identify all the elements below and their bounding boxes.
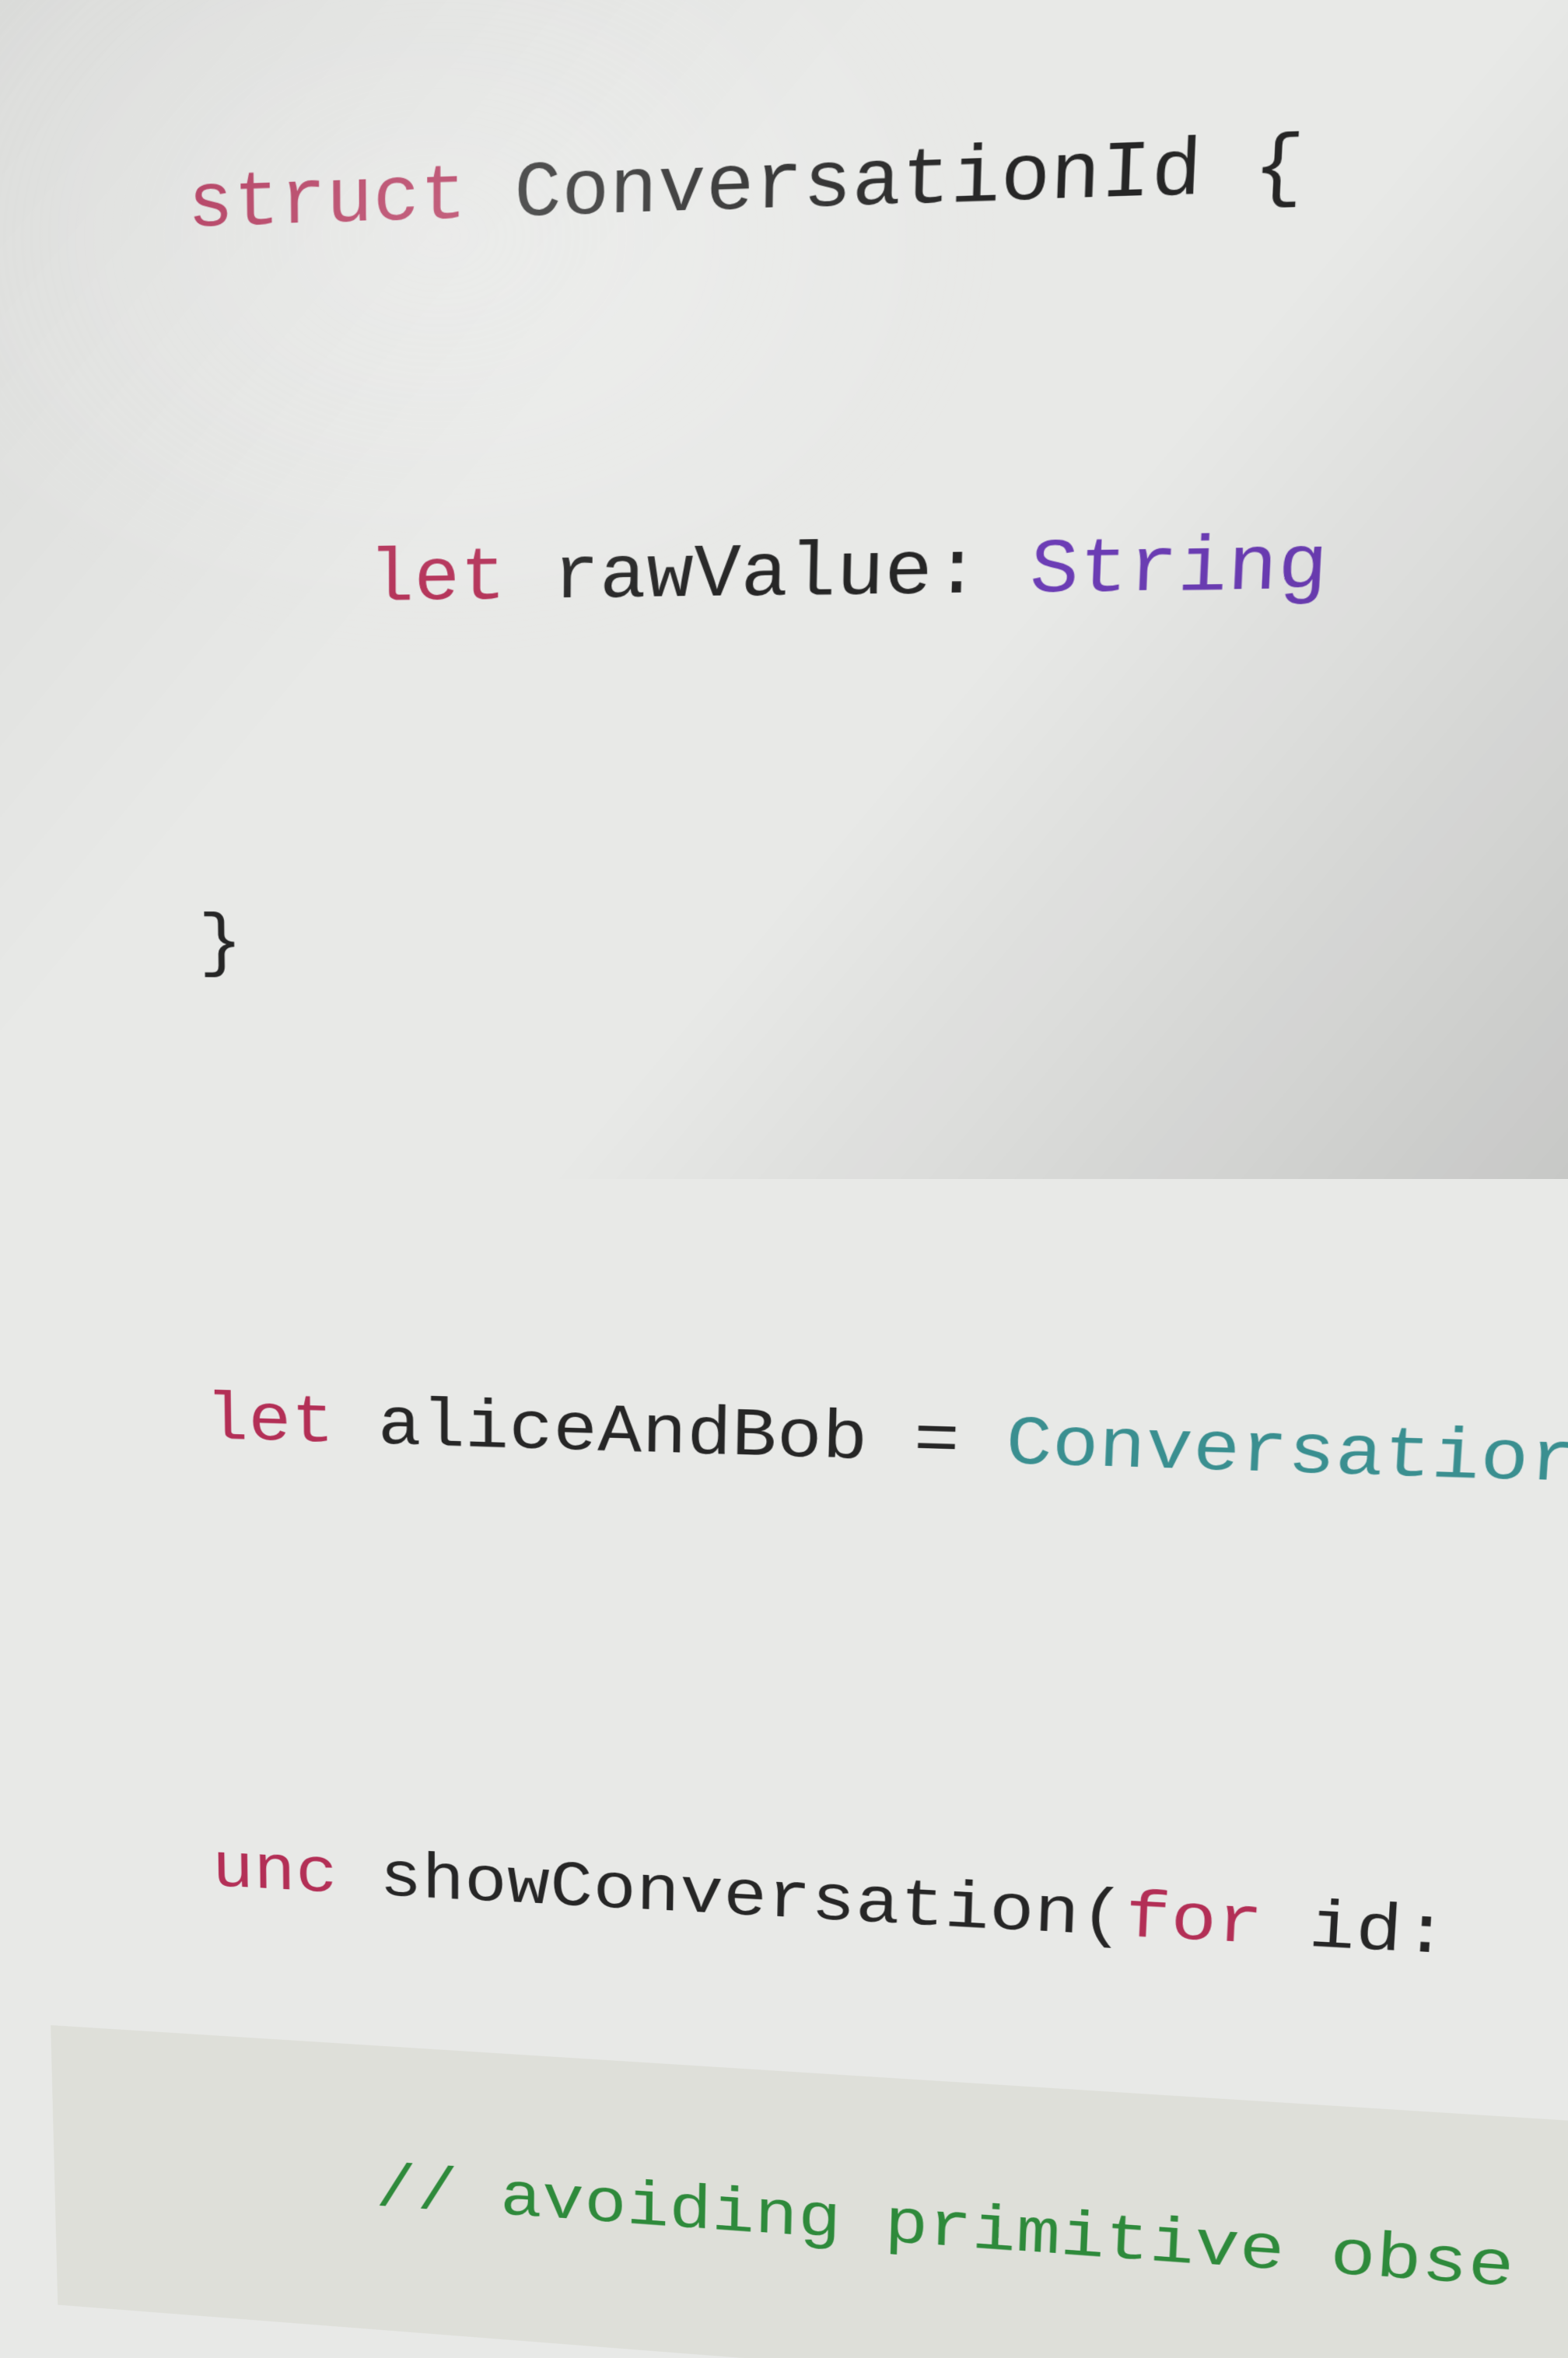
- equals: =: [912, 1402, 1007, 1483]
- keyword-func-partial: unc: [212, 1833, 380, 1914]
- paren-open: (: [1078, 1878, 1127, 1955]
- type-string: String: [1029, 523, 1331, 615]
- parameter-name: id: [1307, 1890, 1405, 1970]
- keyword-let: let: [368, 535, 553, 622]
- code-line[interactable]: let rawValue: String: [12, 376, 1568, 753]
- keyword-let: let: [205, 1382, 378, 1463]
- variable-name: aliceAndBob: [378, 1387, 915, 1480]
- brace-open: {: [1251, 121, 1307, 215]
- brace-close: }: [198, 904, 243, 984]
- comment: // avoiding primitive obse: [376, 2153, 1517, 2304]
- colon: :: [1400, 1895, 1499, 1976]
- type-name: ConversationId: [514, 124, 1255, 239]
- code-line[interactable]: struct ConversationId {: [2, 0, 1568, 387]
- code-editor[interactable]: struct ConversationId { let rawValue: St…: [0, 0, 1568, 1195]
- property-name: rawValue: [553, 530, 934, 621]
- argument-label-for: for: [1124, 1880, 1311, 1965]
- code-line[interactable]: let aliceAndBob = Conversatior: [33, 1261, 1568, 1629]
- code-line[interactable]: }: [21, 775, 1568, 1127]
- function-name: showConversation: [380, 1842, 1081, 1953]
- constructor-call: Conversatior: [1005, 1405, 1568, 1502]
- code-line-blank[interactable]: [30, 1130, 1568, 1269]
- keyword-struct: struct: [187, 150, 515, 249]
- indent: [217, 2193, 376, 2204]
- colon: :: [932, 528, 1032, 617]
- indent: [194, 600, 369, 603]
